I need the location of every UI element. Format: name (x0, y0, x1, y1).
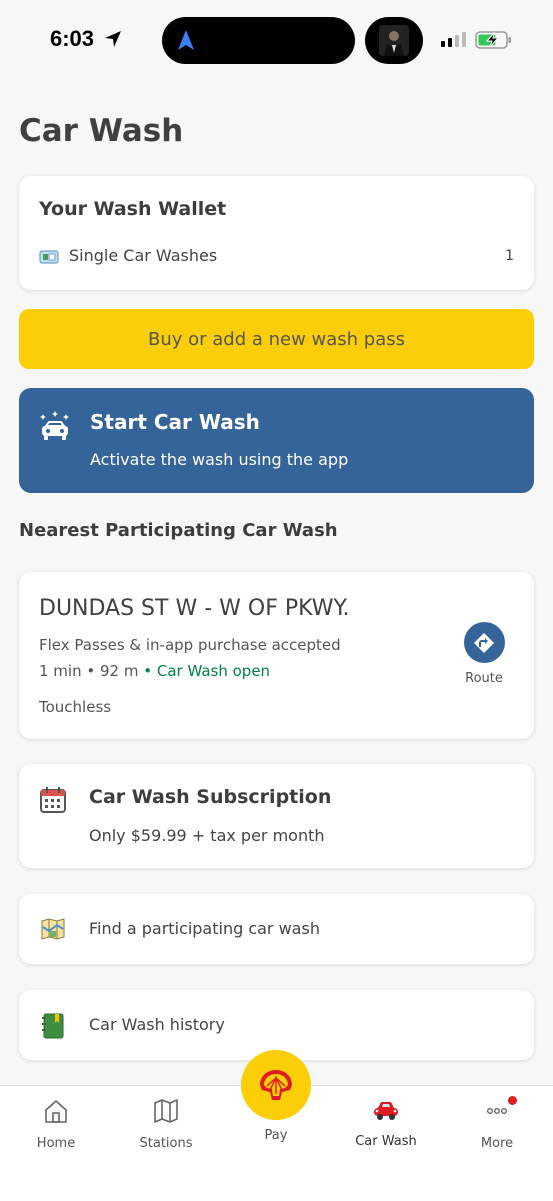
battery-icon (475, 30, 513, 54)
route-label: Route (465, 671, 503, 686)
shell-logo-icon (241, 1050, 311, 1120)
location-arrow-icon (104, 30, 122, 52)
subscription-title: Car Wash Subscription (89, 786, 332, 808)
nav-more-label: More (480, 1136, 514, 1151)
more-dots-icon (484, 1098, 510, 1128)
bottom-navigation: Home Stations Pay Car Wash More (0, 1050, 553, 1201)
station-time: 1 min (39, 662, 82, 680)
status-bar: 6:03 (0, 0, 553, 80)
home-icon (43, 1100, 69, 1128)
station-distance: 92 m (100, 662, 139, 680)
nav-car-wash-label: Car Wash (355, 1134, 417, 1149)
station-status: Car Wash open (156, 662, 271, 680)
dynamic-island-activity (365, 17, 423, 64)
nav-pay[interactable]: Pay (231, 1050, 321, 1143)
station-name: DUNDAS ST W - W OF PKWY. (39, 596, 350, 621)
buy-wash-pass-button[interactable]: Buy or add a new wash pass (19, 309, 534, 369)
ledger-book-icon (41, 1013, 65, 1043)
nav-stations[interactable]: Stations (121, 1098, 211, 1151)
start-car-wash-title: Start Car Wash (90, 410, 260, 434)
route-icon (463, 622, 505, 663)
subscription-card[interactable]: Car Wash Subscription Only $59.99 + tax … (19, 764, 534, 868)
route-button[interactable]: Route (451, 622, 517, 686)
map-outline-icon (153, 1099, 179, 1128)
car-wash-history-label: Car Wash history (89, 1015, 225, 1034)
media-thumbnail (379, 25, 409, 56)
nearest-station-card[interactable]: DUNDAS ST W - W OF PKWY. Flex Passes & i… (19, 572, 534, 739)
station-wash-type: Touchless (39, 698, 112, 716)
nav-car-wash[interactable]: Car Wash (341, 1098, 431, 1149)
nav-pay-label: Pay (264, 1128, 288, 1143)
map-icon (41, 917, 65, 945)
page-title: Car Wash (19, 113, 184, 149)
start-car-wash-card[interactable]: Start Car Wash Activate the wash using t… (19, 388, 534, 493)
calendar-icon (39, 786, 67, 818)
ticket-icon (39, 249, 59, 268)
station-distance-line: 1 min • 92 m • Car Wash open (39, 662, 271, 680)
nearest-section-title: Nearest Participating Car Wash (19, 520, 338, 541)
find-car-wash-label: Find a participating car wash (89, 919, 320, 938)
nav-home[interactable]: Home (11, 1098, 101, 1151)
status-time: 6:03 (50, 26, 95, 51)
start-car-wash-subtitle: Activate the wash using the app (90, 450, 349, 469)
find-car-wash-link[interactable]: Find a participating car wash (19, 894, 534, 964)
car-icon (372, 1102, 400, 1126)
single-car-washes-count: 1 (505, 248, 514, 264)
car-sparkle-icon (39, 410, 71, 448)
single-car-washes-label: Single Car Washes (69, 246, 218, 265)
navigation-arrow-icon (177, 29, 195, 55)
dynamic-island (162, 17, 355, 64)
subscription-price: Only $59.99 + tax per month (89, 826, 325, 845)
nav-stations-label: Stations (139, 1136, 193, 1151)
wallet-title: Your Wash Wallet (39, 198, 227, 220)
wash-wallet-card[interactable]: Your Wash Wallet Single Car Washes 1 (19, 176, 534, 290)
nav-home-label: Home (36, 1136, 76, 1151)
cellular-signal-icon (441, 32, 466, 47)
nav-more[interactable]: More (452, 1096, 542, 1151)
station-acceptance: Flex Passes & in-app purchase accepted (39, 636, 341, 654)
notification-badge (508, 1096, 517, 1105)
